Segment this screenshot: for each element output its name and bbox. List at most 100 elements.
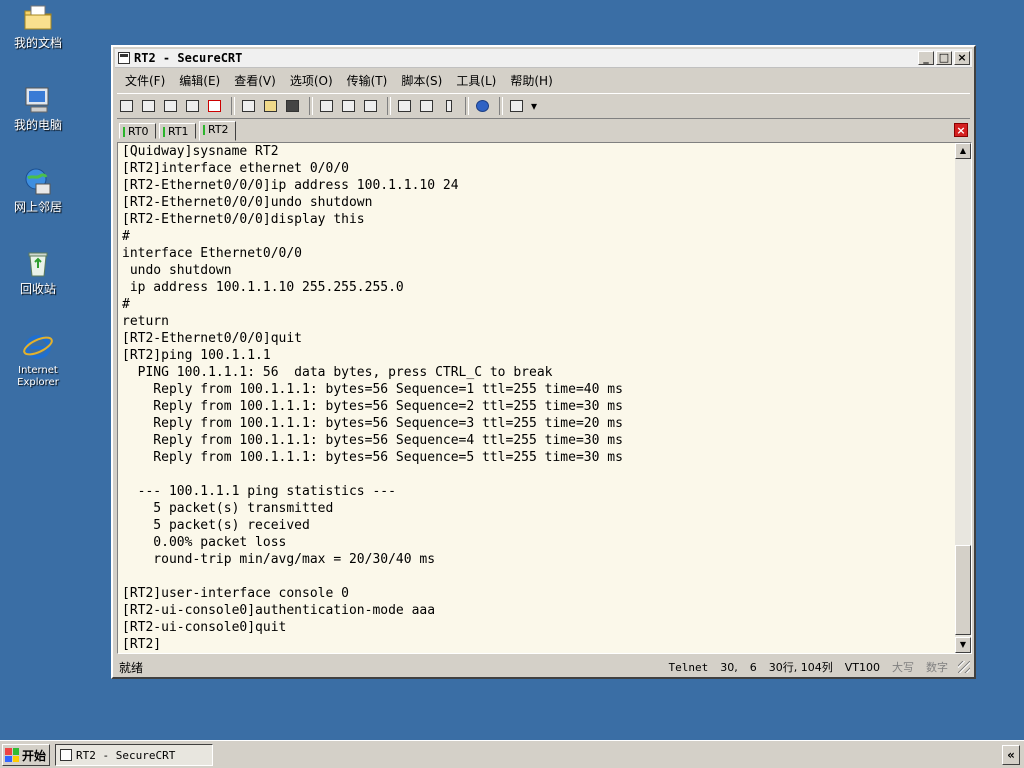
paste-icon[interactable] [261,97,280,116]
menu-edit[interactable]: 编辑(E) [171,72,226,89]
terminal-line: Reply from 100.1.1.1: bytes=56 Sequence=… [122,433,623,448]
terminal-line: 5 packet(s) transmitted [122,501,334,516]
terminal-line: [RT2]interface ethernet 0/0/0 [122,161,349,176]
status-cursor-col: 6 [749,660,757,674]
print-icon[interactable] [361,97,380,116]
terminal-line: [RT2-Ethernet0/0/0]quit [122,331,303,346]
status-num-lock: 数字 [926,661,948,674]
resize-grip-icon[interactable] [958,661,970,673]
terminal-line: [RT2-ui-console0]quit [122,620,287,635]
securecrt-app-icon [60,749,72,761]
desktop-icon-label: 我的电脑 [13,118,62,132]
maximize-button[interactable]: □ [936,51,952,65]
scrollbar-thumb[interactable] [955,545,971,635]
global-options-icon[interactable] [417,97,436,116]
terminal-line: PING 100.1.1.1: 56 data bytes, press CTR… [122,365,553,380]
terminal-output[interactable]: [Quidway]sysname RT2 [RT2]interface ether… [122,143,952,653]
windows-flag-icon [5,748,19,762]
find-icon[interactable] [283,97,302,116]
taskbar-securecrt-button[interactable]: RT2 - SecureCRT [55,744,213,766]
keymap-icon[interactable] [507,97,526,116]
print-selection-icon[interactable] [339,97,358,116]
scroll-up-arrow-icon[interactable]: ▲ [955,143,971,159]
menu-options[interactable]: 选项(O) [282,72,339,89]
close-tab-button[interactable]: × [954,123,968,137]
desktop-icon-label: Explorer [17,377,59,388]
terminal-line: Reply from 100.1.1.1: bytes=56 Sequence=… [122,450,623,465]
terminal-line: 0.00% packet loss [122,535,287,550]
status-bar: 就绪 Telnet 30, 6 30行, 104列 VT100 大写 数字 [117,658,970,676]
terminal-line: ip address 100.1.1.10 255.255.255.0 [122,280,404,295]
terminal-line: # [122,297,130,312]
terminal-line: undo shutdown [122,263,232,278]
terminal-line: return [122,314,169,329]
tab-rt1[interactable]: RT1 [159,123,196,139]
reconnect-icon[interactable] [183,97,202,116]
terminal-line: [RT2-Ethernet0/0/0]undo shutdown [122,195,373,210]
vertical-scrollbar[interactable]: ▲ ▼ [955,143,971,653]
terminal-line: [RT2] [122,637,162,652]
start-button[interactable]: 开始 [2,744,50,766]
toolbar-dropdown-icon[interactable]: ▾ [529,97,539,116]
menu-transfer[interactable]: 传输(T) [339,72,394,89]
key-icon[interactable] [439,97,458,116]
desktop-icon-my-computer[interactable]: 我的电脑 [0,84,76,132]
terminal-line: [RT2]user-interface console 0 [122,586,349,601]
desktop-icon-label: 我的文档 [13,36,62,50]
close-button[interactable]: × [954,51,970,65]
disconnect-icon[interactable] [205,97,224,116]
menu-help[interactable]: 帮助(H) [502,72,558,89]
quick-connect-icon[interactable] [139,97,158,116]
desktop-icon-recycle-bin[interactable]: 回收站 [0,248,76,296]
menu-view[interactable]: 查看(V) [226,72,282,89]
terminal-line: round-trip min/avg/max = 20/30/40 ms [122,552,436,567]
help-icon[interactable] [473,97,492,116]
securecrt-window: RT2 - SecureCRT _ □ × 文件(F) 编辑(E) 查看(V) … [111,45,976,679]
toolbar-separator [309,97,313,115]
terminal-line: [RT2-ui-console0]authentication-mode aaa [122,603,436,618]
folder-icon [22,2,54,34]
desktop-icon-label: Internet [18,365,58,376]
toolbar-separator [231,97,235,115]
session-tabs: RT0 RT1 RT2 × [117,121,970,141]
terminal-line: interface Ethernet0/0/0 [122,246,303,261]
tray-expand-button[interactable]: « [1002,745,1020,765]
title-bar[interactable]: RT2 - SecureCRT _ □ × [115,49,972,68]
toolbar-separator [465,97,469,115]
session-options-icon[interactable] [395,97,414,116]
tab-rt0[interactable]: RT0 [119,123,156,139]
desktop-icon-label: 网上邻居 [13,200,62,214]
taskbar-button-label: RT2 - SecureCRT [76,748,176,762]
terminal-line: [RT2]ping 100.1.1.1 [122,348,271,363]
menu-script[interactable]: 脚本(S) [393,72,448,89]
desktop-icon-my-documents[interactable]: 我的文档 [0,2,76,50]
terminal-area[interactable]: [Quidway]sysname RT2 [RT2]interface ether… [117,142,972,654]
window-title: RT2 - SecureCRT [134,51,243,65]
network-icon [22,166,54,198]
internet-explorer-icon [22,330,54,362]
connect-tab-icon[interactable] [161,97,180,116]
copy-icon[interactable] [239,97,258,116]
start-label: 开始 [22,748,47,763]
minimize-button[interactable]: _ [918,51,934,65]
terminal-line: [RT2-Ethernet0/0/0]display this [122,212,365,227]
securecrt-app-icon [118,52,130,64]
menu-tools[interactable]: 工具(L) [448,72,502,89]
status-protocol: Telnet [668,660,709,674]
desktop-icon-network[interactable]: 网上邻居 [0,166,76,214]
tab-rt2[interactable]: RT2 [199,121,236,141]
status-cursor-row: 30, [720,660,738,674]
computer-icon [22,84,54,116]
desktop-icon-internet-explorer[interactable]: Internet Explorer [0,330,76,389]
taskbar: 开始 RT2 - SecureCRT « [0,740,1024,768]
scroll-down-arrow-icon[interactable]: ▼ [955,637,971,653]
terminal-line: --- 100.1.1.1 ping statistics --- [122,484,396,499]
terminal-line: Reply from 100.1.1.1: bytes=56 Sequence=… [122,399,623,414]
connect-icon[interactable] [117,97,136,116]
print-setup-icon[interactable] [317,97,336,116]
menu-file[interactable]: 文件(F) [117,72,171,89]
toolbar: ▾ [117,93,970,119]
terminal-line: Reply from 100.1.1.1: bytes=56 Sequence=… [122,416,623,431]
